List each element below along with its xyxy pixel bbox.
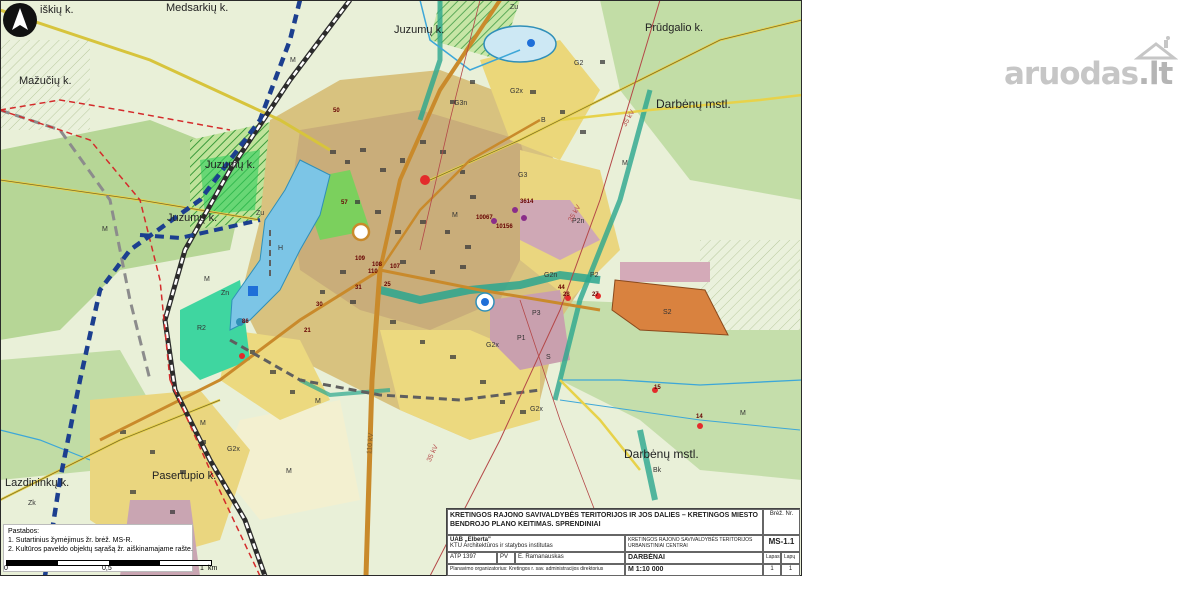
zone-code: Zu bbox=[510, 4, 519, 11]
zone-code: Zu bbox=[256, 210, 265, 217]
author: E. Ramanauskas bbox=[515, 552, 625, 564]
atp: ATP 1397 bbox=[447, 552, 497, 564]
house-icon bbox=[1134, 36, 1178, 60]
place-iskiu: iškių k. bbox=[40, 4, 74, 16]
zone-code: M bbox=[200, 420, 206, 427]
logo-text: aruodas.lt bbox=[1004, 56, 1173, 92]
object-number: 27 bbox=[592, 292, 599, 298]
scale-text: M 1:10 000 bbox=[625, 564, 763, 576]
company-cell: UAB „Elberta" KTU Architektūros ir staty… bbox=[447, 535, 625, 552]
zone-code: G2x bbox=[227, 446, 240, 453]
place-darbenu-mstl-top: Darbėnų mstl. bbox=[656, 97, 731, 111]
zone-code: G2x bbox=[530, 406, 543, 413]
drawing-no: MS-1.1 bbox=[763, 535, 800, 552]
zone-code: M bbox=[452, 212, 458, 219]
notes-title: Pastabos: bbox=[8, 528, 40, 535]
zone-code: Zk bbox=[28, 500, 36, 507]
zone-code: P1 bbox=[517, 335, 526, 342]
zone-code: M bbox=[102, 226, 108, 233]
place-pasertupio: Pasertupio k. bbox=[152, 470, 217, 482]
zone-code: M bbox=[315, 398, 321, 405]
zone-code: M bbox=[740, 410, 746, 417]
zone-code: Zn bbox=[221, 290, 230, 297]
notes-line-1: 1. Sutartinius žymėjimus žr. brėž. MS-R. bbox=[8, 537, 133, 544]
place-medsarkiu: Medsarkių k. bbox=[166, 2, 229, 14]
object-number: 110 bbox=[368, 269, 378, 275]
zone-code: P2 bbox=[590, 272, 599, 279]
place-juzumu-top: Juzumų k. bbox=[394, 24, 445, 36]
zone-code: M bbox=[204, 276, 210, 283]
zone-code: G3 bbox=[518, 172, 528, 179]
north-arrow-glyph bbox=[12, 8, 28, 30]
drawing-no-label: Brėž. Nr. bbox=[763, 509, 800, 535]
place-juzumu-mid: Juzumų k. bbox=[205, 159, 256, 171]
object-number: 109 bbox=[355, 256, 366, 262]
zone-code: G2n bbox=[544, 272, 558, 279]
object-number: 3614 bbox=[520, 199, 534, 205]
object-number: 107 bbox=[390, 264, 401, 270]
zone-code: P3 bbox=[532, 310, 541, 317]
map-canvas bbox=[0, 0, 802, 576]
project-title: KRETINGOS RAJONO SAVIVALDYBĖS TERITORIJO… bbox=[447, 509, 763, 535]
object-number: 50 bbox=[333, 108, 340, 114]
object-number: 31 bbox=[355, 285, 362, 291]
object-number: 28 bbox=[563, 292, 570, 298]
scale-half: 0,5 bbox=[102, 565, 112, 572]
zone-code: M bbox=[622, 160, 628, 167]
zone-code: R2 bbox=[197, 325, 206, 332]
scale-zero: 0 bbox=[4, 565, 8, 572]
place-darbenu-mstl-bottom: Darbėnų mstl. bbox=[624, 447, 699, 461]
zone-code: H bbox=[278, 245, 284, 252]
logo-tld: .lt bbox=[1138, 56, 1173, 92]
place-name: DARBĖNAI bbox=[625, 552, 763, 564]
object-number: 15 bbox=[654, 385, 661, 391]
sheets-number: 1 bbox=[781, 564, 800, 576]
object-number: 108 bbox=[372, 262, 383, 268]
object-number: 30 bbox=[316, 302, 323, 308]
object-number: 14 bbox=[696, 414, 703, 420]
zone-code: M bbox=[290, 57, 296, 64]
sheets-label: Lapų bbox=[781, 552, 800, 564]
zone-code: G2x bbox=[510, 88, 523, 95]
north-arrow-icon bbox=[3, 3, 37, 37]
place-lazdininku: Lazdininkų k. bbox=[5, 477, 70, 489]
scale-unit: km bbox=[208, 565, 218, 572]
zone-code: S bbox=[546, 354, 551, 361]
object-number: 10156 bbox=[496, 224, 513, 230]
zone-code: Bk bbox=[653, 467, 662, 474]
zone-code: G2 bbox=[574, 60, 584, 67]
organizer: Planavimo organizatorius: Kretingos r. s… bbox=[447, 564, 625, 576]
logo-brand: aruodas bbox=[1004, 56, 1139, 92]
object-number: 25 bbox=[384, 282, 391, 288]
aruodas-logo: aruodas.lt bbox=[1004, 36, 1180, 92]
zone-code: M bbox=[286, 468, 292, 475]
pv: PV bbox=[497, 552, 515, 564]
zone-code: S2 bbox=[663, 309, 672, 316]
object-number: 44 bbox=[558, 285, 565, 291]
notes-line-2: 2. Kultūros paveldo objektų sąrašą žr. a… bbox=[8, 546, 193, 553]
object-number: 10067 bbox=[476, 215, 493, 221]
zone-code: B bbox=[541, 117, 546, 124]
client: KRETINGOS RAJONO SAVIVALDYBĖS TERITORIJO… bbox=[625, 535, 763, 552]
scale-one: 1 bbox=[200, 565, 204, 572]
place-prudgalio: Prūdgalio k. bbox=[645, 22, 704, 34]
scale-bar: 0 0,5 1 km bbox=[4, 556, 218, 574]
plan-map[interactable]: iškių k. Medsarkių k. Juzumų k. Prūdgali… bbox=[0, 0, 802, 576]
object-number: 86 bbox=[242, 319, 249, 325]
sheet-label: Lapas bbox=[763, 552, 781, 564]
company-sub: KTU Architektūros ir statybos institutas bbox=[450, 543, 553, 549]
title-block: KRETINGOS RAJONO SAVIVALDYBĖS TERITORIJO… bbox=[446, 508, 800, 576]
object-number: 57 bbox=[341, 200, 348, 206]
zone-code: G3n bbox=[454, 100, 468, 107]
sheet-number: 1 bbox=[763, 564, 781, 576]
object-number: 21 bbox=[304, 328, 311, 334]
zone-code: G2x bbox=[486, 342, 499, 349]
place-juzumu-low: Juzumų k. bbox=[167, 212, 218, 224]
place-maziuciu: Mažučių k. bbox=[19, 75, 72, 87]
